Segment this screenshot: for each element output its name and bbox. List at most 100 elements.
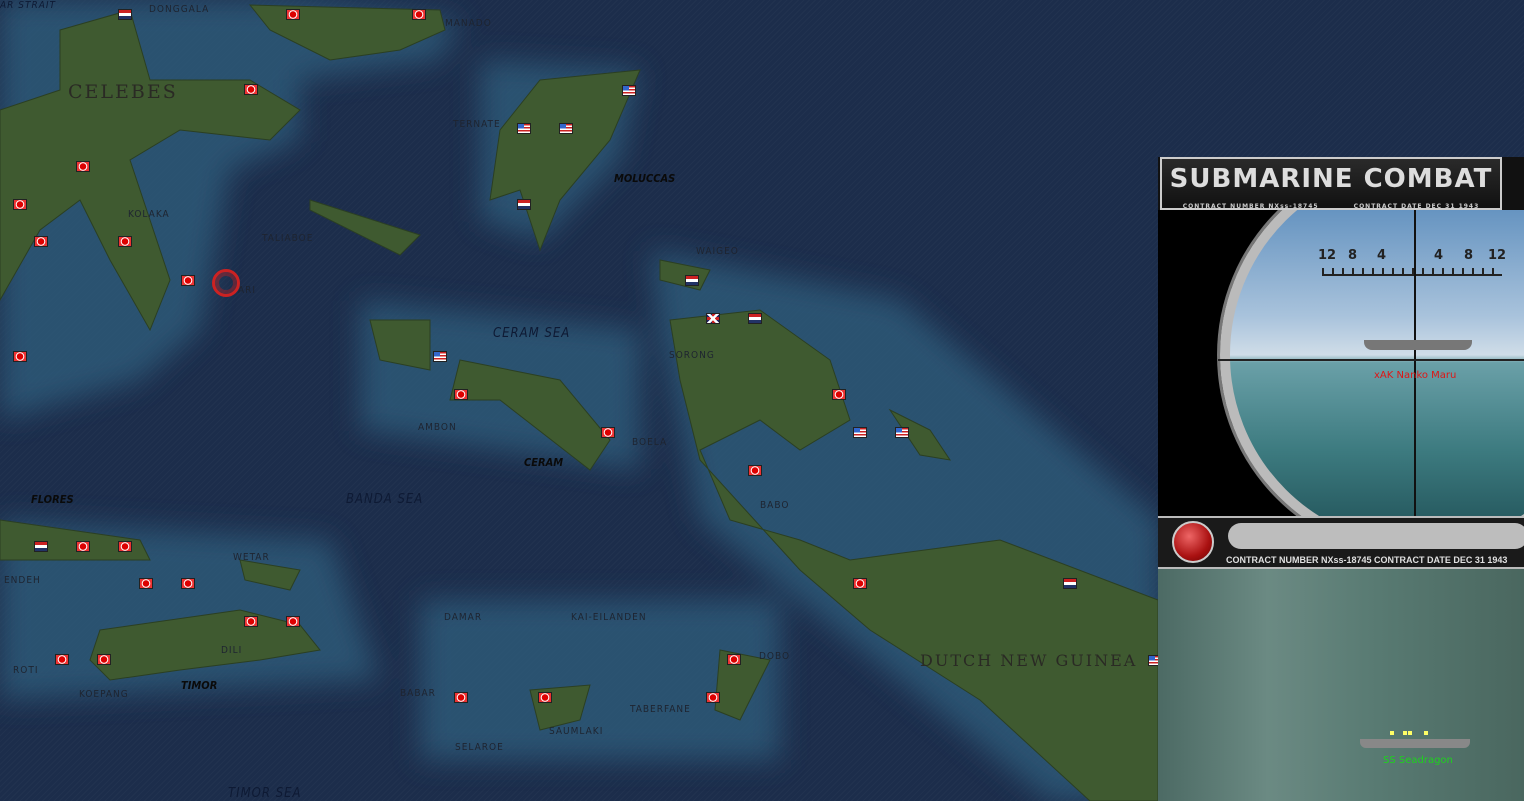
tick-label: 12 bbox=[1488, 248, 1507, 263]
japanese-unit-flag-icon[interactable] bbox=[34, 236, 48, 247]
dutch-unit-flag-icon[interactable] bbox=[517, 199, 531, 210]
map-label: SAUMLAKI bbox=[549, 726, 604, 737]
crosshair-vertical bbox=[1414, 210, 1416, 516]
japanese-unit-flag-icon[interactable] bbox=[139, 578, 153, 589]
map-label: AR STRAIT bbox=[0, 0, 57, 11]
submarine-name: SS Seadragon bbox=[1383, 755, 1453, 766]
japanese-unit-flag-icon[interactable] bbox=[412, 9, 426, 20]
dutch-unit-flag-icon[interactable] bbox=[685, 275, 699, 286]
contract-number: CONTRACT NUMBER NXss-18745 bbox=[1182, 203, 1319, 210]
us-unit-flag-icon[interactable] bbox=[895, 427, 909, 438]
us-unit-flag-icon[interactable] bbox=[622, 85, 636, 96]
contract-date: CONTRACT DATE DEC 31 1943 bbox=[1353, 203, 1480, 210]
map-label: DUTCH NEW GUINEA bbox=[920, 651, 1138, 670]
map-label: CELEBES bbox=[68, 81, 178, 103]
map-label: KOLAKA bbox=[128, 209, 170, 220]
japanese-unit-flag-icon[interactable] bbox=[706, 692, 720, 703]
japanese-unit-flag-icon[interactable] bbox=[181, 275, 195, 286]
dutch-unit-flag-icon[interactable] bbox=[118, 9, 132, 20]
map-label: TABERFANE bbox=[630, 704, 691, 715]
japanese-unit-flag-icon[interactable] bbox=[601, 427, 615, 438]
map-label: CERAM SEA bbox=[493, 326, 571, 341]
map-label: TALIABOE bbox=[262, 233, 314, 244]
japanese-unit-flag-icon[interactable] bbox=[13, 199, 27, 210]
target-ship-icon[interactable] bbox=[1364, 340, 1472, 350]
map-label: BABO bbox=[760, 500, 790, 511]
map-label: KAI-EILANDEN bbox=[571, 612, 647, 623]
tick-label: 8 bbox=[1348, 248, 1358, 263]
japanese-unit-flag-icon[interactable] bbox=[454, 389, 468, 400]
tick-label: 8 bbox=[1464, 248, 1474, 263]
japanese-unit-flag-icon[interactable] bbox=[76, 541, 90, 552]
submarine-icon[interactable] bbox=[1360, 739, 1470, 748]
dutch-unit-flag-icon[interactable] bbox=[748, 313, 762, 324]
light-icon bbox=[1390, 731, 1394, 735]
us-unit-flag-icon[interactable] bbox=[853, 427, 867, 438]
japanese-unit-flag-icon[interactable] bbox=[286, 9, 300, 20]
message-display bbox=[1228, 523, 1524, 549]
us-unit-flag-icon[interactable] bbox=[559, 123, 573, 134]
japanese-unit-flag-icon[interactable] bbox=[727, 654, 741, 665]
map-label: DILI bbox=[221, 645, 243, 656]
panel-title: SUBMARINE COMBAT bbox=[1169, 164, 1493, 194]
dutch-unit-flag-icon[interactable] bbox=[34, 541, 48, 552]
uk-unit-flag-icon[interactable] bbox=[706, 313, 720, 324]
japanese-unit-flag-icon[interactable] bbox=[55, 654, 69, 665]
map-label: KOEPANG bbox=[79, 689, 129, 700]
us-unit-flag-icon[interactable] bbox=[517, 123, 531, 134]
japanese-unit-flag-icon[interactable] bbox=[454, 692, 468, 703]
map-label: WAIGEO bbox=[696, 246, 739, 257]
control-bar: CONTRACT NUMBER NXss-18745 CONTRACT DATE… bbox=[1158, 516, 1524, 569]
map-label: MOLUCCAS bbox=[614, 172, 676, 185]
dutch-unit-flag-icon[interactable] bbox=[1063, 578, 1077, 589]
crosshair-horizontal bbox=[1218, 359, 1524, 361]
periscope-view: 12 8 4 4 8 12 xAK Nanko Maru bbox=[1158, 210, 1524, 516]
map-label: DONGGALA bbox=[149, 4, 210, 15]
map-label: FLORES bbox=[31, 493, 74, 506]
map-label: CERAM bbox=[524, 456, 564, 469]
japanese-unit-flag-icon[interactable] bbox=[118, 236, 132, 247]
map-label: BANDA SEA bbox=[346, 492, 424, 507]
submarine-combat-panel: SUBMARINE COMBAT CONTRACT NUMBER NXss-18… bbox=[1158, 157, 1524, 801]
japanese-unit-flag-icon[interactable] bbox=[13, 351, 27, 362]
map-label: TIMOR SEA bbox=[228, 786, 302, 801]
fire-button[interactable] bbox=[1172, 521, 1214, 563]
map-label: AMBON bbox=[418, 422, 457, 433]
map-label: MANADO bbox=[445, 18, 492, 29]
light-icon bbox=[1424, 731, 1428, 735]
target-name: xAK Nanko Maru bbox=[1374, 370, 1457, 381]
map-label: ARI bbox=[238, 285, 257, 296]
japanese-unit-flag-icon[interactable] bbox=[853, 578, 867, 589]
map-label: BABAR bbox=[400, 688, 436, 699]
japanese-unit-flag-icon[interactable] bbox=[286, 616, 300, 627]
underwater-view: SS Seadragon bbox=[1158, 569, 1524, 801]
light-icon bbox=[1403, 731, 1407, 735]
japanese-unit-flag-icon[interactable] bbox=[76, 161, 90, 172]
title-plate: SUBMARINE COMBAT CONTRACT NUMBER NXss-18… bbox=[1160, 157, 1502, 210]
tick-label: 12 bbox=[1318, 248, 1337, 263]
japanese-unit-flag-icon[interactable] bbox=[97, 654, 111, 665]
japanese-unit-flag-icon[interactable] bbox=[244, 616, 258, 627]
japanese-unit-flag-icon[interactable] bbox=[118, 541, 132, 552]
us-unit-flag-icon[interactable] bbox=[433, 351, 447, 362]
japanese-unit-flag-icon[interactable] bbox=[181, 578, 195, 589]
map-label: DOBO bbox=[759, 651, 791, 662]
map-label: TERNATE bbox=[453, 119, 501, 130]
map-label: ENDEH bbox=[4, 575, 41, 586]
periscope-lens bbox=[1220, 210, 1524, 516]
map-label: ROTI bbox=[13, 665, 39, 676]
map-label: WETAR bbox=[233, 552, 270, 563]
japanese-unit-flag-icon[interactable] bbox=[832, 389, 846, 400]
contract-footer: CONTRACT NUMBER NXss-18745 CONTRACT DATE… bbox=[1226, 555, 1508, 565]
tick-label: 4 bbox=[1377, 248, 1387, 263]
target-reticle-icon[interactable] bbox=[212, 269, 240, 297]
map-label: SELAROE bbox=[455, 742, 504, 753]
japanese-unit-flag-icon[interactable] bbox=[244, 84, 258, 95]
map-label: DAMAR bbox=[444, 612, 483, 623]
japanese-unit-flag-icon[interactable] bbox=[748, 465, 762, 476]
map-label: TIMOR bbox=[181, 679, 218, 692]
map-label: BOELA bbox=[632, 437, 668, 448]
light-icon bbox=[1408, 731, 1412, 735]
map-label: SORONG bbox=[669, 350, 715, 361]
japanese-unit-flag-icon[interactable] bbox=[538, 692, 552, 703]
